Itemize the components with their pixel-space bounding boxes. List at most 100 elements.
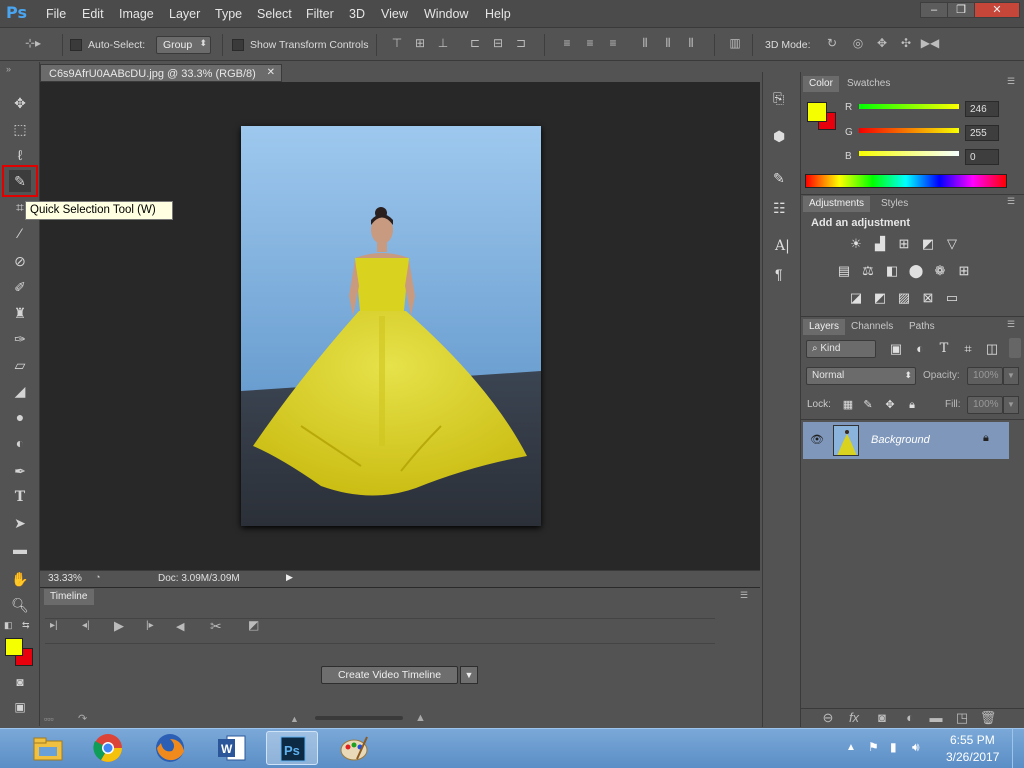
quick-mask-icon[interactable]: ◙ [9,671,31,693]
hand-tool-icon[interactable]: ✋ [9,568,31,590]
photoshop-taskbar-icon[interactable]: Ps [266,731,318,765]
layer-filter-kind-select[interactable]: ⌕ Kind [806,340,876,358]
status-menu-arrow-icon[interactable]: ▶ [286,572,293,583]
3d-slide-icon[interactable]: ✣ [896,36,916,51]
new-layer-icon[interactable]: ◳ [953,710,971,726]
rectangle-tool-icon[interactable]: ▬ [9,538,31,560]
previous-frame-icon[interactable]: ◂| [82,620,90,631]
paragraph-panel-icon[interactable]: ¶ [775,266,783,282]
tray-expand-icon[interactable]: ▲ [846,742,856,753]
menu-filter[interactable]: Filter [306,7,334,21]
zoom-in-icon[interactable]: ▲ [415,712,426,724]
menu-view[interactable]: View [381,7,408,21]
eraser-tool-icon[interactable]: ▱ [9,354,31,376]
menu-help[interactable]: Help [485,7,511,21]
clock-date[interactable]: 3/26/2017 [946,750,999,764]
history-brush-icon[interactable]: ✑ [9,328,31,350]
path-selection-icon[interactable]: ➤ [9,512,31,534]
align-top-icon[interactable]: ⊤ [390,36,404,51]
distribute-left-icon[interactable]: ⦀ [638,36,652,51]
tab-color[interactable]: Color [803,76,839,92]
layer-style-icon[interactable]: fx [845,710,863,726]
lasso-tool-icon[interactable]: ℓ [9,144,31,166]
3d-pan-icon[interactable]: ✥ [872,36,892,51]
curves-icon[interactable]: ⊞ [895,236,913,252]
move-tool-preset-icon[interactable]: ⊹▸ [22,36,44,51]
next-frame-icon[interactable]: |▸ [146,620,154,631]
menu-3d[interactable]: 3D [349,7,365,21]
history-panel-icon[interactable]: ⎘ [773,90,784,107]
file-explorer-icon[interactable] [22,731,74,765]
brushes-panel-icon[interactable]: ✎ [773,170,785,187]
menu-select[interactable]: Select [257,7,292,21]
lock-all-icon[interactable]: 🔒︎ [903,397,921,413]
distribute-bottom-icon[interactable]: ≡ [606,36,620,51]
auto-align-icon[interactable]: ▥ [728,36,742,51]
word-icon[interactable]: W [206,731,258,765]
lock-transparent-icon[interactable]: ▦ [839,397,857,413]
filter-type-icon[interactable]: T [935,341,953,357]
volume-icon[interactable]: 🔊︎ [912,740,920,755]
invert-icon[interactable]: ◪ [847,290,865,306]
zoom-out-icon[interactable]: ▲ [290,714,299,724]
align-hcenter-icon[interactable]: ⊟ [491,36,505,51]
filter-smart-object-icon[interactable]: ◫ [983,341,1001,357]
foreground-color-chip[interactable] [807,102,827,122]
menu-layer[interactable]: Layer [169,7,200,21]
exposure-icon[interactable]: ◩ [919,236,937,252]
brush-tool-icon[interactable]: ✐ [9,276,31,298]
align-right-icon[interactable]: ⊐ [514,36,528,51]
distribute-top-icon[interactable]: ≡ [560,36,574,51]
layers-panel-menu-icon[interactable]: ☰ [1007,319,1015,330]
screen-mode-icon[interactable]: ▣ [9,696,31,718]
filter-shape-icon[interactable]: ⌗ [959,341,977,357]
filter-toggle[interactable] [1009,338,1021,358]
split-scissors-icon[interactable]: ✂ [210,618,222,635]
show-transform-checkbox[interactable] [232,39,244,51]
adjustments-panel-menu-icon[interactable]: ☰ [1007,196,1015,207]
color-panel-menu-icon[interactable]: ☰ [1007,76,1015,87]
align-vcenter-icon[interactable]: ⊞ [413,36,427,51]
opacity-dropdown-icon[interactable]: ▼ [1003,367,1019,385]
posterize-icon[interactable]: ◩ [871,290,889,306]
create-video-timeline-button[interactable]: Create Video Timeline [321,666,458,684]
tab-swatches[interactable]: Swatches [841,76,896,92]
r-slider[interactable] [859,104,959,109]
timeline-frames-icon[interactable]: ▫▫▫ [44,714,54,724]
fill-dropdown-icon[interactable]: ▼ [1003,396,1019,414]
color-spectrum-bar[interactable] [805,174,1007,188]
3d-rotate-icon[interactable]: ↻ [822,36,842,51]
group-select[interactable]: Group ⬍ [156,36,211,54]
hue-saturation-icon[interactable]: ▤ [835,263,853,279]
distribute-hcenter-icon[interactable]: ⦀ [661,36,675,51]
play-icon[interactable]: ▶ [114,618,124,634]
default-colors-icon[interactable]: ◧ [4,620,13,631]
dodge-tool-icon[interactable]: ◐ [9,432,31,454]
menu-edit[interactable]: Edit [82,7,104,21]
zoom-tool-icon[interactable]: 🔍︎ [9,594,31,616]
blend-mode-select[interactable]: Normal ⬍ [806,367,916,385]
new-group-icon[interactable]: ▬ [927,710,945,726]
menu-file[interactable]: File [46,7,66,21]
close-tab-icon[interactable]: ✕ [267,67,275,78]
clock-time[interactable]: 6:55 PM [950,733,995,747]
channel-mixer-icon[interactable]: ❁ [931,263,949,279]
restore-button[interactable]: ❐ [947,2,975,18]
paint-icon[interactable] [328,731,380,765]
3d-roll-icon[interactable]: ◎ [848,36,868,51]
delete-layer-icon[interactable]: 🗑︎ [979,710,997,726]
threshold-icon[interactable]: ▨ [895,290,913,306]
eyedropper-tool-icon[interactable]: ⁄ [9,222,31,244]
menu-window[interactable]: Window [424,7,468,21]
document-tab[interactable]: C6s9AfrU0AABcDU.jpg @ 33.3% (RGB/8) ✕ [40,64,282,82]
network-icon[interactable]: ▮ [890,740,897,754]
marquee-tool-icon[interactable]: ⬚ [9,118,31,140]
add-mask-icon[interactable]: ◙ [873,710,891,726]
zoom-level[interactable]: 33.33% [48,573,82,584]
character-panel-icon[interactable]: A| [775,238,790,254]
selective-color-icon[interactable]: ⊠ [919,290,937,306]
quick-selection-tool-icon[interactable]: ✎ [9,170,31,192]
status-share-icon[interactable]: ◔ [95,572,109,584]
document-image[interactable] [241,126,541,526]
r-value-field[interactable]: 246 [965,101,999,117]
